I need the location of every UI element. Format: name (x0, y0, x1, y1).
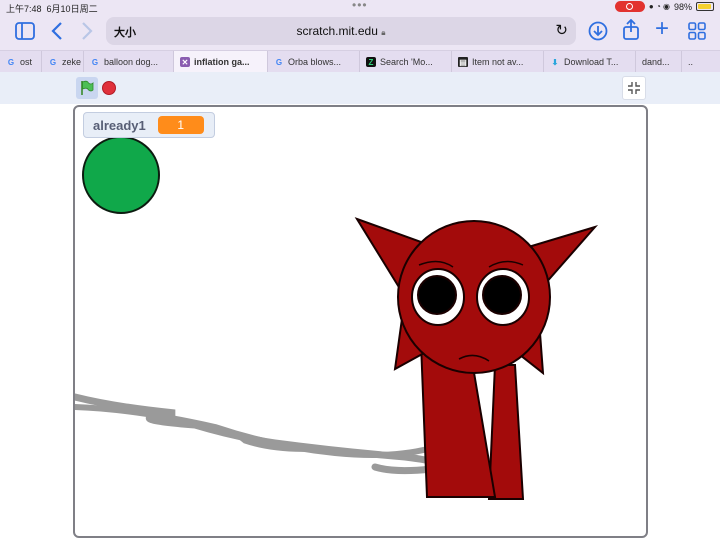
new-tab-icon[interactable]: + (655, 17, 669, 41)
back-icon[interactable] (50, 21, 64, 44)
reload-icon[interactable]: ↻ (555, 21, 568, 39)
tab-9[interactable]: .. (682, 51, 720, 73)
tab-7[interactable]: ⬇ Download T... (544, 51, 636, 73)
browser-toolbar: 大小 scratch.mit.edu 🔒︎ ↻ + (0, 14, 720, 50)
lock-icon: 🔒︎ (381, 28, 386, 37)
variable-monitor[interactable]: already1 1 (83, 112, 215, 138)
address-bar[interactable]: 大小 scratch.mit.edu 🔒︎ ↻ (106, 17, 576, 45)
page-icon: ▤ (458, 57, 468, 67)
google-icon: G (49, 57, 57, 67)
status-time: 上午7:48 (6, 4, 42, 14)
stage-canvas[interactable] (75, 107, 648, 538)
status-bar: 上午7:48 6月10日周二 ••• ● ◔ ◉ 98% (0, 0, 720, 14)
tab-8[interactable]: dand... (636, 51, 682, 73)
google-icon: G (91, 57, 99, 67)
fullscreen-exit-button[interactable] (622, 76, 646, 100)
shrink-icon (628, 82, 640, 94)
scratch-icon: ✕ (180, 57, 190, 67)
tab-0[interactable]: Gost (0, 51, 42, 73)
battery-percent: 98% (673, 1, 692, 12)
url-text[interactable]: scratch.mit.edu 🔒︎ (106, 24, 576, 38)
green-flag-icon (81, 80, 94, 95)
tab-4[interactable]: G Orba blows... (268, 51, 360, 73)
green-circle-sprite (82, 136, 160, 214)
multitask-dots-icon[interactable]: ••• (352, 0, 368, 12)
tab-overview-icon[interactable] (688, 22, 706, 43)
download-icon: ⬇ (551, 57, 559, 67)
variable-name: already1 (93, 117, 146, 133)
screen-record-icon[interactable] (614, 1, 645, 12)
tab-1[interactable]: Gzeke (42, 51, 84, 73)
status-date: 6月10日周二 (46, 4, 98, 14)
site-icon: Z (366, 57, 376, 67)
status-icons: ● ◔ ◉ (648, 2, 670, 11)
green-flag-button[interactable] (76, 77, 98, 99)
stop-button[interactable] (102, 81, 116, 95)
tab-6[interactable]: ▤ Item not av... (452, 51, 544, 73)
player-controls (0, 72, 720, 104)
forward-icon[interactable] (80, 21, 94, 44)
pen-scribble (75, 393, 443, 475)
status-right: ● ◔ ◉ 98% (614, 1, 714, 12)
tab-3[interactable]: ✕ inflation ga... (174, 51, 268, 73)
tab-strip: Gost Gzeke Gballoon dog... ✕ inflation ga… (0, 50, 720, 73)
tab-2[interactable]: Gballoon dog... (84, 51, 174, 73)
google-icon: G (7, 57, 15, 67)
share-icon[interactable] (622, 18, 640, 44)
tab-5[interactable]: Z Search 'Mo... (360, 51, 452, 73)
downloads-icon[interactable] (588, 21, 608, 44)
variable-value: 1 (157, 116, 204, 134)
google-icon: G (275, 57, 283, 67)
scratch-stage[interactable]: already1 1 (73, 105, 648, 538)
battery-icon (696, 2, 714, 11)
sidebar-icon[interactable] (15, 22, 35, 43)
